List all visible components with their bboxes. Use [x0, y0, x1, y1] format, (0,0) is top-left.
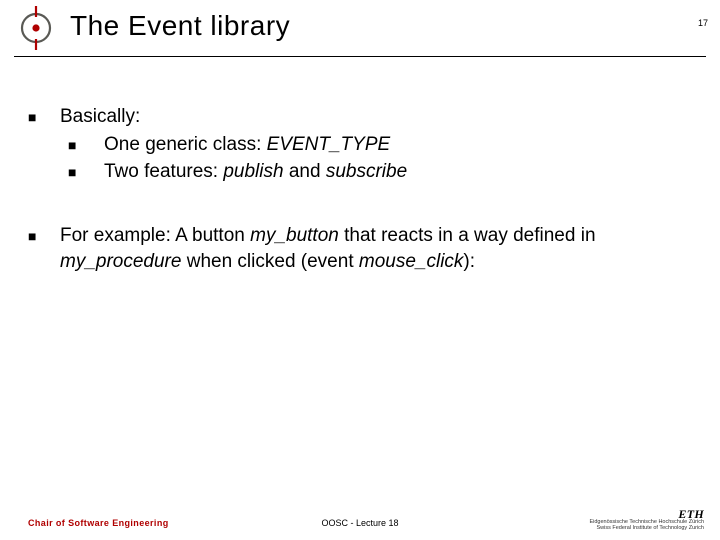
emphasis: mouse_click: [359, 251, 464, 272]
emphasis: EVENT_TYPE: [267, 134, 391, 155]
text-fragment: ):: [463, 251, 475, 272]
emphasis: my_button: [250, 225, 339, 246]
bullet-text: Basically:: [60, 104, 692, 130]
emphasis: subscribe: [326, 161, 407, 182]
bullet-text: For example: A button my_button that rea…: [60, 223, 692, 274]
bullet-text: One generic class: EVENT_TYPE: [104, 132, 692, 158]
text-fragment: One generic class:: [104, 134, 267, 155]
slide-header: The Event library 17: [0, 0, 720, 58]
eth-subtitle-2: Swiss Federal Institute of Technology Zu…: [589, 526, 704, 532]
logo-icon: [14, 6, 58, 50]
slide: The Event library 17 ■ Basically: ■ One …: [0, 0, 720, 540]
text-fragment: and: [284, 161, 326, 182]
text-fragment: Two features:: [104, 161, 223, 182]
slide-footer: Chair of Software Engineering OOSC - Lec…: [0, 502, 720, 532]
sub-bullet-item: ■ Two features: publish and subscribe: [68, 159, 692, 185]
bullet-item: ■ For example: A button my_button that r…: [28, 223, 692, 274]
header-divider: [14, 56, 706, 57]
page-number: 17: [698, 18, 708, 28]
bullet-text: Two features: publish and subscribe: [104, 159, 692, 185]
text-fragment: that reacts in a way defined in: [339, 225, 596, 246]
slide-title: The Event library: [70, 10, 290, 42]
slide-content: ■ Basically: ■ One generic class: EVENT_…: [28, 104, 692, 276]
footer-right-logo: ETH Eidgenössische Technische Hochschule…: [589, 508, 704, 532]
text-fragment: For example: A button: [60, 225, 250, 246]
text-fragment: when clicked (event: [181, 251, 358, 272]
bullet-icon: ■: [68, 159, 104, 182]
bullet-icon: ■: [68, 132, 104, 155]
emphasis: publish: [223, 161, 283, 182]
bullet-icon: ■: [28, 104, 60, 127]
emphasis: my_procedure: [60, 251, 181, 272]
bullet-icon: ■: [28, 223, 60, 246]
sub-bullet-item: ■ One generic class: EVENT_TYPE: [68, 132, 692, 158]
bullet-item: ■ Basically:: [28, 104, 692, 130]
